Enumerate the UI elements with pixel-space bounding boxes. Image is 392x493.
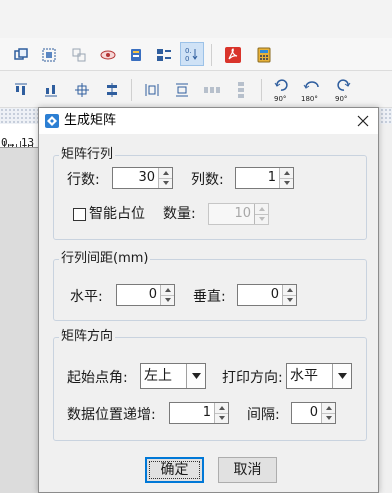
increment-label: 数据位置递增: bbox=[67, 407, 156, 423]
distribute-y-icon[interactable] bbox=[229, 78, 253, 102]
matrix-dialog: 生成矩阵 矩阵行列 行数: 30 列数: 1 智能占位 数量: 10 行列间距(… bbox=[38, 107, 379, 493]
direction-legend: 矩阵方向 bbox=[59, 328, 116, 346]
rotate-180-icon[interactable]: 180° bbox=[300, 76, 326, 104]
close-icon bbox=[357, 115, 369, 127]
distribute-x-icon[interactable] bbox=[200, 78, 224, 102]
dialog-title: 生成矩阵 bbox=[64, 113, 117, 128]
rotate-180-label: 180° bbox=[301, 95, 318, 103]
toolbar-top: 0. 0 bbox=[0, 38, 392, 71]
interval-down-icon[interactable] bbox=[322, 413, 335, 423]
chevron-down-icon[interactable] bbox=[332, 364, 351, 388]
print-direction-select[interactable]: 水平 bbox=[286, 363, 352, 389]
rotate-90-right-label: 90° bbox=[335, 95, 347, 103]
toolbar-divider bbox=[211, 44, 212, 66]
interval-label: 间隔: bbox=[247, 407, 280, 423]
horizontal-label: 水平: bbox=[70, 289, 103, 305]
center-h-icon[interactable] bbox=[70, 78, 94, 102]
start-corner-select[interactable]: 左上 bbox=[140, 363, 206, 389]
group-icon[interactable] bbox=[9, 43, 33, 67]
pdf-icon[interactable] bbox=[221, 43, 245, 67]
cols-stepper[interactable]: 1 bbox=[235, 167, 294, 189]
start-corner-label: 起始点角: bbox=[67, 370, 128, 386]
print-direction-value[interactable]: 水平 bbox=[287, 364, 332, 388]
dialog-titlebar[interactable]: 生成矩阵 bbox=[39, 108, 378, 134]
smart-placeholder-checkbox[interactable] bbox=[73, 208, 86, 221]
rows-down-icon[interactable] bbox=[159, 178, 172, 188]
eye-icon[interactable] bbox=[96, 43, 120, 67]
distribute-h-icon[interactable] bbox=[140, 78, 164, 102]
interval-value[interactable]: 0 bbox=[292, 403, 321, 423]
rows-up-icon[interactable] bbox=[159, 168, 172, 179]
increment-up-icon[interactable] bbox=[215, 403, 228, 414]
horizontal-stepper[interactable]: 0 bbox=[116, 284, 175, 306]
vertical-down-icon[interactable] bbox=[283, 295, 296, 305]
align-top-icon[interactable] bbox=[9, 78, 33, 102]
matrix-rowcol-legend: 矩阵行列 bbox=[59, 146, 116, 164]
vertical-value[interactable]: 0 bbox=[238, 285, 282, 305]
arrange-icon[interactable] bbox=[152, 43, 176, 67]
interval-up-icon[interactable] bbox=[322, 403, 335, 414]
rotate-90-left-icon[interactable]: 90° bbox=[270, 76, 294, 104]
vertical-up-icon[interactable] bbox=[283, 285, 296, 296]
print-direction-label: 打印方向: bbox=[222, 370, 283, 386]
close-button[interactable] bbox=[348, 108, 378, 134]
svg-text:0.: 0. bbox=[185, 47, 192, 55]
matrix-rowcol-group: 矩阵行列 bbox=[53, 146, 367, 240]
smart-placeholder-label[interactable]: 智能占位 bbox=[89, 205, 145, 223]
ruler-label: 0… 13 bbox=[1, 136, 35, 149]
count-label: 数量: bbox=[163, 206, 196, 222]
cols-down-icon[interactable] bbox=[280, 178, 293, 188]
rows-value[interactable]: 30 bbox=[113, 168, 158, 188]
cancel-button[interactable]: 取消 bbox=[218, 457, 277, 483]
layer-icon[interactable] bbox=[124, 43, 148, 67]
start-corner-value[interactable]: 左上 bbox=[141, 364, 186, 388]
align-bottom-icon[interactable] bbox=[39, 78, 63, 102]
ungroup-icon[interactable] bbox=[67, 43, 91, 67]
select-group-icon[interactable] bbox=[37, 43, 61, 67]
app-title-strip bbox=[0, 0, 392, 38]
chevron-down-icon[interactable] bbox=[186, 364, 205, 388]
vertical-label: 垂直: bbox=[193, 289, 226, 305]
count-up-icon bbox=[255, 204, 268, 215]
count-down-icon bbox=[255, 214, 268, 224]
rotate-90-right-icon[interactable]: 90° bbox=[331, 76, 355, 104]
count-stepper: 10 bbox=[208, 203, 269, 225]
canvas-left-area bbox=[0, 136, 38, 493]
toolbar-align: 90° 180° 90° bbox=[0, 71, 392, 108]
horizontal-value[interactable]: 0 bbox=[117, 285, 160, 305]
increment-value[interactable]: 1 bbox=[170, 403, 214, 423]
horizontal-up-icon[interactable] bbox=[161, 285, 174, 296]
cols-up-icon[interactable] bbox=[280, 168, 293, 179]
matrix-icon[interactable]: 0. 0 bbox=[180, 42, 204, 66]
ok-button[interactable]: 确定 bbox=[145, 457, 204, 483]
cancel-button-label: 取消 bbox=[233, 462, 262, 478]
distribute-v-icon[interactable] bbox=[170, 78, 194, 102]
count-value: 10 bbox=[234, 206, 251, 221]
cols-label: 列数: bbox=[191, 172, 224, 188]
cols-value[interactable]: 1 bbox=[236, 168, 279, 188]
center-v-icon[interactable] bbox=[100, 78, 124, 102]
horizontal-down-icon[interactable] bbox=[161, 295, 174, 305]
interval-stepper[interactable]: 0 bbox=[291, 402, 336, 424]
calculator-icon[interactable] bbox=[252, 43, 276, 67]
direction-group: 矩阵方向 bbox=[53, 328, 367, 441]
vertical-stepper[interactable]: 0 bbox=[237, 284, 297, 306]
svg-text:0: 0 bbox=[185, 55, 189, 62]
toolbar-divider bbox=[131, 79, 132, 101]
rows-stepper[interactable]: 30 bbox=[112, 167, 173, 189]
rotate-90-left-label: 90° bbox=[274, 95, 286, 103]
spacing-legend: 行列间距(mm) bbox=[59, 250, 151, 268]
increment-down-icon[interactable] bbox=[215, 413, 228, 423]
increment-stepper[interactable]: 1 bbox=[169, 402, 229, 424]
matrix-dialog-icon bbox=[44, 113, 60, 129]
toolbar-divider bbox=[261, 79, 262, 101]
canvas-right-area bbox=[378, 124, 392, 493]
focus-ring bbox=[149, 461, 200, 479]
rows-label: 行数: bbox=[67, 172, 100, 188]
